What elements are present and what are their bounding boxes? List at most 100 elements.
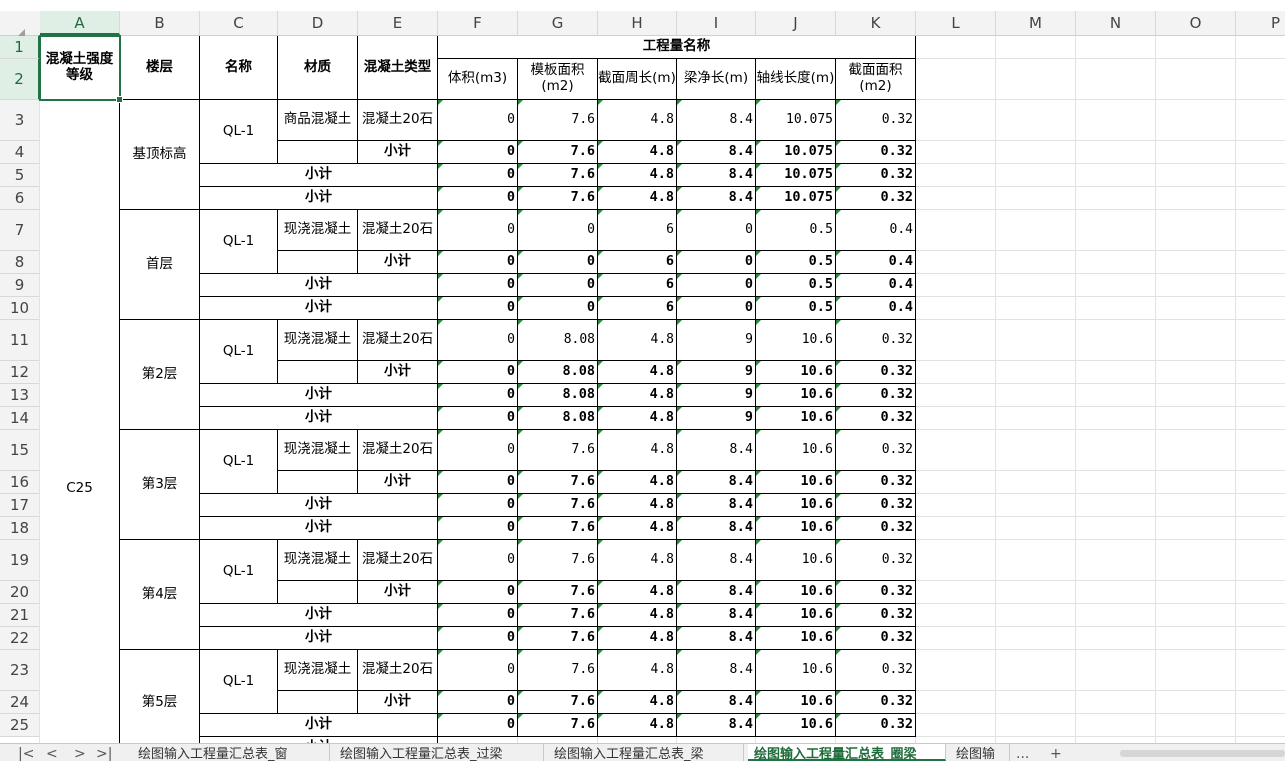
value-cell[interactable]: 8.4 bbox=[677, 100, 756, 141]
subtotal-value-cell[interactable]: 0.32 bbox=[836, 714, 916, 737]
subtotal-label-cell[interactable]: 小计 bbox=[200, 714, 438, 737]
subtotal-value-cell[interactable]: 0 bbox=[438, 714, 518, 737]
row-header-21[interactable]: 21 bbox=[0, 604, 40, 627]
subtotal-value-cell[interactable]: 0 bbox=[438, 517, 518, 540]
subtotal-value-cell[interactable]: 0.4 bbox=[836, 274, 916, 297]
header-concrete-type-cell[interactable]: 混凝土类型 bbox=[358, 36, 438, 100]
subtotal-value-cell[interactable]: 4.8 bbox=[598, 627, 677, 650]
row-header-14[interactable]: 14 bbox=[0, 407, 40, 430]
row-header-17[interactable]: 17 bbox=[0, 494, 40, 517]
fill-handle[interactable] bbox=[116, 96, 123, 103]
next-sheet-button[interactable]: > bbox=[74, 746, 86, 761]
last-sheet-button[interactable]: >| bbox=[96, 746, 112, 761]
subtotal-value-cell[interactable]: 10.6 bbox=[756, 407, 836, 430]
row-header-10[interactable]: 10 bbox=[0, 297, 40, 320]
row-header-24[interactable]: 24 bbox=[0, 691, 40, 714]
value-cell[interactable]: 0.5 bbox=[756, 210, 836, 251]
subtotal-label-cell[interactable]: 小计 bbox=[200, 627, 438, 650]
column-header-a[interactable]: A bbox=[40, 11, 120, 35]
subtotal-value-cell[interactable]: 4.8 bbox=[598, 407, 677, 430]
subtotal-value-cell[interactable]: 8.08 bbox=[518, 384, 598, 407]
value-cell[interactable]: 10.6 bbox=[756, 540, 836, 581]
subtotal-value-cell[interactable]: 10.6 bbox=[756, 361, 836, 384]
material-cell[interactable]: 现浇混凝土 bbox=[278, 210, 358, 251]
row-header-1[interactable]: 1 bbox=[0, 36, 40, 59]
grade-cell[interactable]: C25 bbox=[40, 100, 120, 743]
name-cell[interactable]: QL-1 bbox=[200, 320, 278, 384]
name-cell[interactable]: QL-1 bbox=[200, 540, 278, 604]
row-header-20[interactable]: 20 bbox=[0, 581, 40, 604]
subtotal-label-cell[interactable]: 小计 bbox=[200, 407, 438, 430]
subtotal-value-cell[interactable]: 0.5 bbox=[756, 297, 836, 320]
subtotal-value-cell[interactable]: 0 bbox=[518, 297, 598, 320]
header-quantity-col-1[interactable]: 体积(m3) bbox=[438, 59, 518, 100]
row-header-5[interactable]: 5 bbox=[0, 164, 40, 187]
row-header-6[interactable]: 6 bbox=[0, 187, 40, 210]
value-cell[interactable]: 4.8 bbox=[598, 100, 677, 141]
material-cell[interactable]: 商品混凝土 bbox=[278, 100, 358, 141]
value-cell[interactable]: 0.32 bbox=[836, 430, 916, 471]
row-header-11[interactable]: 11 bbox=[0, 320, 40, 361]
value-cell[interactable]: 7.6 bbox=[518, 100, 598, 141]
row-header-16[interactable]: 16 bbox=[0, 471, 40, 494]
subtotal-value-cell[interactable]: 7.6 bbox=[518, 604, 598, 627]
floor-cell[interactable]: 基顶标高 bbox=[120, 100, 200, 210]
value-cell[interactable]: 0.32 bbox=[836, 100, 916, 141]
subtotal-value-cell[interactable]: 8.4 bbox=[677, 141, 756, 164]
column-header-k[interactable]: K bbox=[836, 11, 916, 35]
subtotal-value-cell[interactable]: 0 bbox=[438, 361, 518, 384]
value-cell[interactable]: 4.8 bbox=[598, 540, 677, 581]
value-cell[interactable]: 0.32 bbox=[836, 540, 916, 581]
column-header-m[interactable]: M bbox=[996, 11, 1076, 35]
subtotal-value-cell[interactable]: 0 bbox=[438, 141, 518, 164]
row-header-25[interactable]: 25 bbox=[0, 714, 40, 737]
sheet-tab[interactable]: 绘图输入工程量汇总表_过梁 bbox=[334, 744, 544, 761]
subtotal-value-cell[interactable]: 4.8 bbox=[598, 471, 677, 494]
subtotal-value-cell[interactable]: 0.32 bbox=[836, 494, 916, 517]
value-cell[interactable]: 4.8 bbox=[598, 650, 677, 691]
value-cell[interactable]: 0 bbox=[438, 100, 518, 141]
subtotal-value-cell[interactable]: 7.6 bbox=[518, 691, 598, 714]
floor-cell[interactable]: 第4层 bbox=[120, 540, 200, 650]
subtotal-value-cell[interactable]: 10.6 bbox=[756, 471, 836, 494]
row-header-15[interactable]: 15 bbox=[0, 430, 40, 471]
column-header-n[interactable]: N bbox=[1076, 11, 1156, 35]
subtotal-value-cell[interactable]: 0.32 bbox=[836, 187, 916, 210]
subtotal-value-cell[interactable]: 4.8 bbox=[598, 187, 677, 210]
subtotal-value-cell[interactable]: 0.32 bbox=[836, 361, 916, 384]
subtotal-value-cell[interactable]: 0 bbox=[438, 407, 518, 430]
subtotal-value-cell[interactable]: 6 bbox=[598, 251, 677, 274]
value-cell[interactable]: 8.08 bbox=[518, 320, 598, 361]
concrete-type-cell[interactable]: 混凝土20石 bbox=[358, 100, 438, 141]
subtotal-value-cell[interactable]: 10.6 bbox=[756, 384, 836, 407]
value-cell[interactable]: 9 bbox=[677, 320, 756, 361]
subtotal-label-cell[interactable]: 小计 bbox=[358, 361, 438, 384]
subtotal-value-cell[interactable]: 8.4 bbox=[677, 714, 756, 737]
header-material-cell[interactable]: 材质 bbox=[278, 36, 358, 100]
subtotal-label-cell[interactable]: 小计 bbox=[358, 581, 438, 604]
subtotal-value-cell[interactable]: 0 bbox=[677, 251, 756, 274]
subtotal-value-cell[interactable]: 0 bbox=[438, 384, 518, 407]
blank-cell[interactable] bbox=[278, 581, 358, 604]
column-header-p[interactable]: P bbox=[1236, 11, 1285, 35]
value-cell[interactable]: 0 bbox=[438, 650, 518, 691]
value-cell[interactable]: 8.4 bbox=[677, 540, 756, 581]
name-cell[interactable]: QL-1 bbox=[200, 210, 278, 274]
subtotal-value-cell[interactable]: 10.6 bbox=[756, 604, 836, 627]
first-sheet-button[interactable]: |< bbox=[18, 746, 34, 761]
row-header-3[interactable]: 3 bbox=[0, 100, 40, 141]
subtotal-value-cell[interactable]: 0 bbox=[677, 297, 756, 320]
subtotal-value-cell[interactable]: 9 bbox=[677, 407, 756, 430]
subtotal-value-cell[interactable]: 7.6 bbox=[518, 141, 598, 164]
value-cell[interactable]: 10.6 bbox=[756, 650, 836, 691]
column-header-e[interactable]: E bbox=[358, 11, 438, 35]
row-header-12[interactable]: 12 bbox=[0, 361, 40, 384]
subtotal-value-cell[interactable]: 0 bbox=[518, 274, 598, 297]
subtotal-value-cell[interactable]: 0 bbox=[438, 604, 518, 627]
subtotal-value-cell[interactable]: 7.6 bbox=[518, 627, 598, 650]
subtotal-value-cell[interactable]: 7.6 bbox=[518, 517, 598, 540]
value-cell[interactable]: 0.32 bbox=[836, 650, 916, 691]
prev-sheet-button[interactable]: < bbox=[46, 746, 58, 761]
subtotal-label-cell[interactable]: 小计 bbox=[200, 274, 438, 297]
subtotal-value-cell[interactable]: 6 bbox=[598, 297, 677, 320]
